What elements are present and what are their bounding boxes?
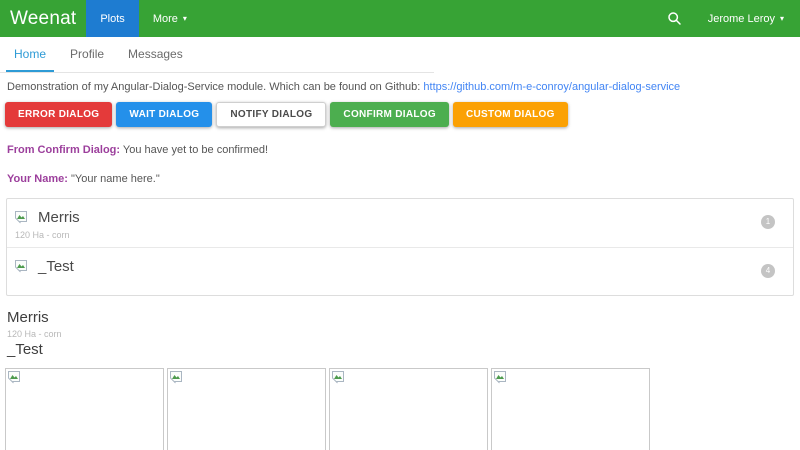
confirm-dialog-result: From Confirm Dialog: You have yet to be …: [0, 144, 800, 156]
plot-count-badge: 4: [761, 264, 775, 278]
plot-list-item-merris[interactable]: Merris 120 Ha - corn 1: [7, 199, 793, 247]
plot-list-item-test[interactable]: _Test 4: [7, 247, 793, 295]
confirm-dialog-button[interactable]: CONFIRM DIALOG: [330, 102, 449, 127]
broken-image-icon: [15, 260, 27, 273]
plot-thumbnail[interactable]: [329, 368, 488, 450]
search-icon: [667, 12, 681, 25]
github-link[interactable]: https://github.com/m-e-conroy/angular-di…: [423, 81, 680, 93]
broken-image-icon: [15, 211, 27, 224]
nav-item-more[interactable]: More ▾: [139, 0, 201, 37]
plot-row-header: Merris: [15, 209, 753, 226]
message-label: From Confirm Dialog:: [7, 144, 121, 156]
plot-thumbnail[interactable]: [167, 368, 326, 450]
nav-item-plots[interactable]: Plots: [86, 0, 139, 37]
error-dialog-button[interactable]: ERROR DIALOG: [5, 102, 113, 127]
navbar: Weenat Plots More ▾ Jerome Leroy ▾: [0, 0, 800, 37]
tab-home[interactable]: Home: [6, 37, 55, 72]
detail-subtitle-merris: 120 Ha - corn: [7, 329, 62, 339]
caret-down-icon: ▾: [779, 13, 784, 23]
plot-details: Merris 120 Ha - corn _Test: [0, 296, 800, 358]
plot-thumbnail[interactable]: [491, 368, 650, 450]
nav-item-label: Plots: [100, 12, 125, 25]
caret-down-icon: ▾: [182, 13, 187, 23]
wait-dialog-button[interactable]: WAIT DIALOG: [116, 102, 213, 127]
nav-item-label: More: [152, 12, 178, 25]
user-menu[interactable]: Jerome Leroy ▾: [694, 0, 800, 37]
user-name: Jerome Leroy: [707, 12, 775, 25]
plot-title: Merris: [38, 209, 80, 226]
intro-description: Demonstration of my Angular-Dialog-Servi…: [7, 81, 421, 93]
broken-image-icon: [494, 371, 506, 384]
detail-title-test: _Test: [7, 341, 43, 358]
plot-title: _Test: [38, 258, 74, 275]
plot-count-badge: 1: [761, 215, 775, 229]
broken-image-icon: [170, 371, 182, 384]
message-text: You have yet to be confirmed!: [122, 144, 269, 156]
tab-profile[interactable]: Profile: [62, 37, 112, 72]
plot-list-card: Merris 120 Ha - corn 1 _Test 4: [6, 198, 794, 296]
thumbnail-row: [0, 358, 800, 450]
page: Weenat Plots More ▾ Jerome Leroy ▾ Home …: [0, 0, 800, 450]
brand-logo[interactable]: Weenat: [0, 0, 86, 37]
broken-image-icon: [8, 371, 20, 384]
message-text: "Your name here.": [70, 173, 160, 185]
dialog-button-row: ERROR DIALOG WAIT DIALOG NOTIFY DIALOG C…: [0, 93, 800, 127]
tab-messages[interactable]: Messages: [120, 37, 191, 72]
plot-subtitle: 120 Ha - corn: [15, 230, 70, 240]
message-label: Your Name:: [7, 173, 68, 185]
detail-title-merris: Merris: [7, 309, 49, 326]
navbar-spacer: [201, 0, 655, 37]
broken-image-icon: [332, 371, 344, 384]
intro-text: Demonstration of my Angular-Dialog-Servi…: [0, 73, 800, 93]
notify-dialog-button[interactable]: NOTIFY DIALOG: [216, 102, 327, 127]
plot-row-header: _Test: [15, 258, 753, 275]
plot-thumbnail[interactable]: [5, 368, 164, 450]
your-name-result: Your Name: "Your name here.": [0, 173, 800, 185]
tab-bar: Home Profile Messages: [0, 37, 434, 73]
custom-dialog-button[interactable]: CUSTOM DIALOG: [452, 102, 568, 127]
search-button[interactable]: [655, 0, 694, 37]
